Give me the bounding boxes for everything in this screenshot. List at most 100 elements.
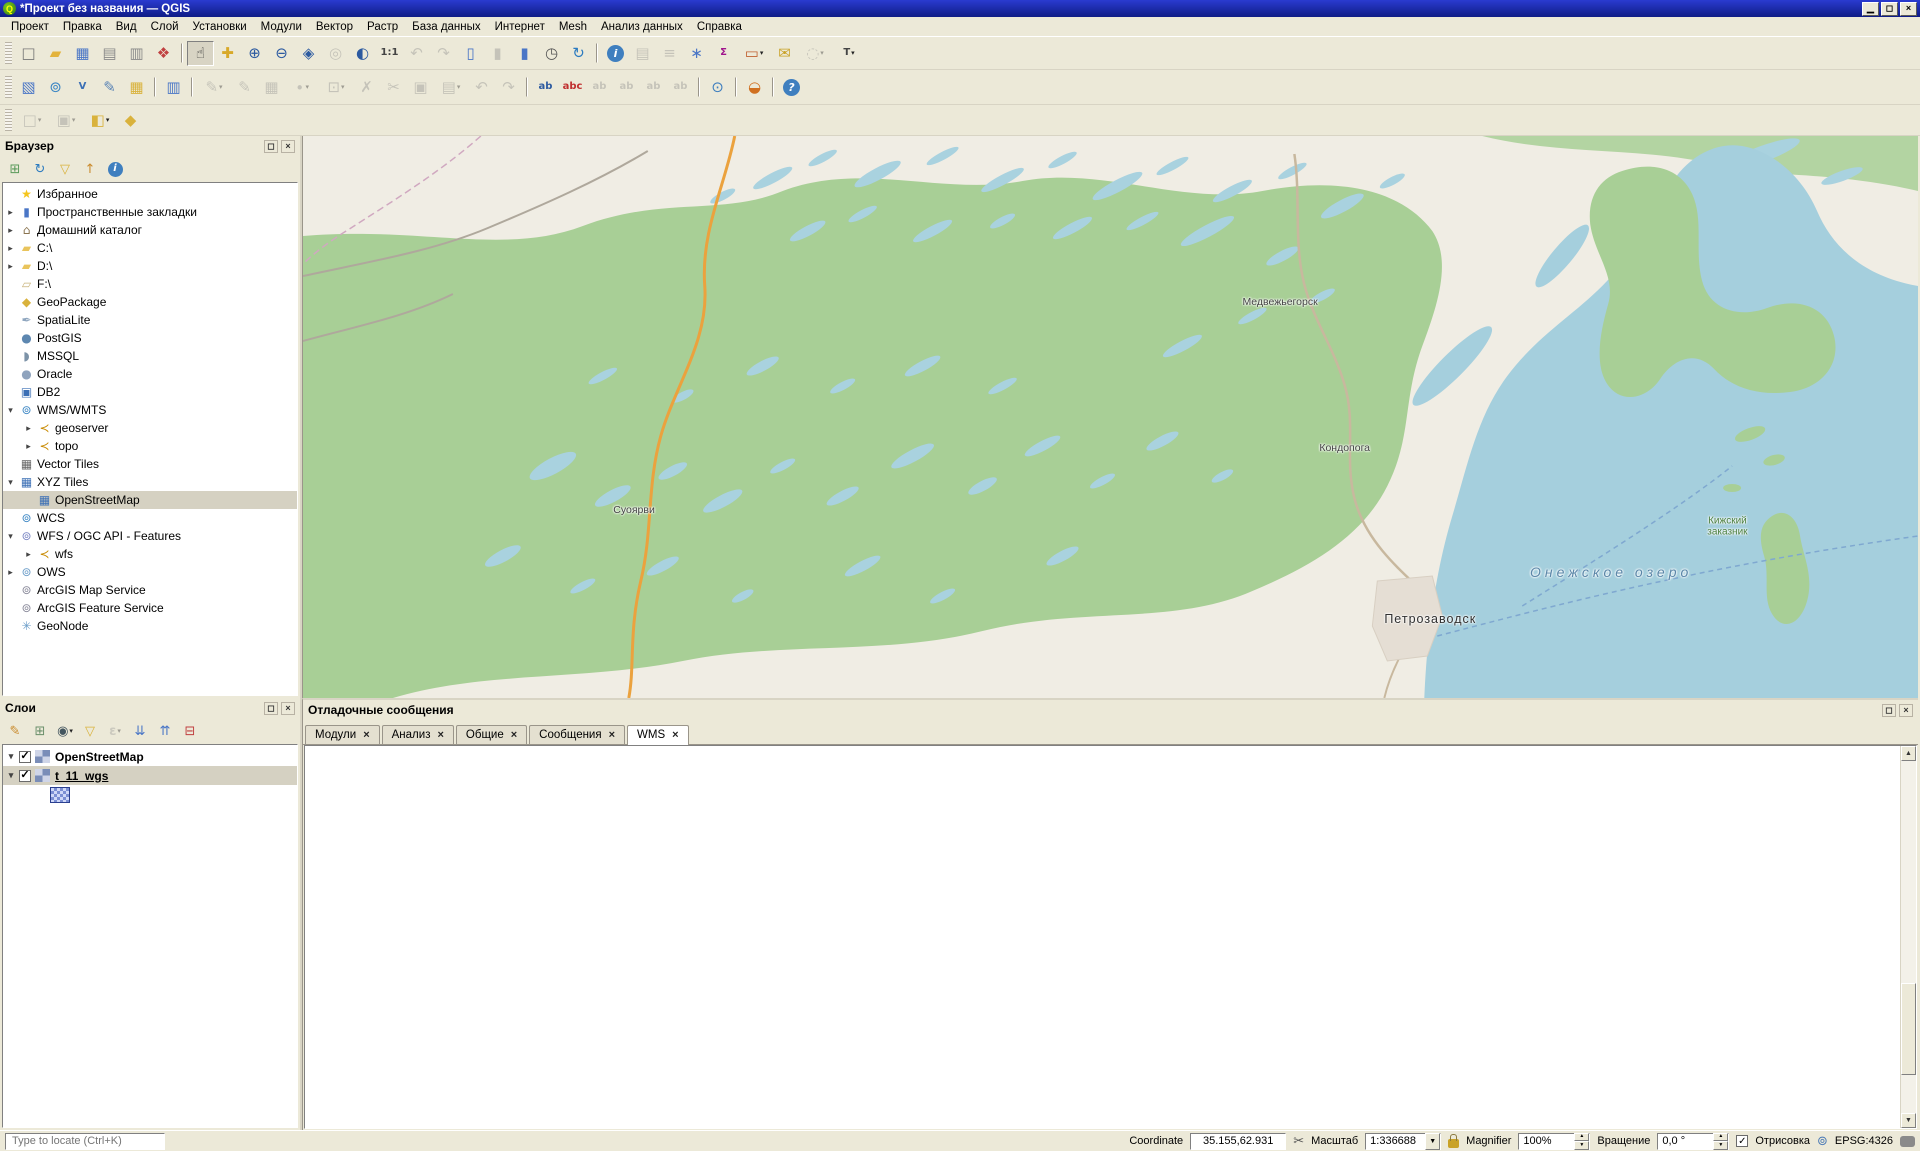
zoom-last-button[interactable]: ↶ ▾ (403, 41, 430, 66)
vertex-tool-button[interactable]: ⊡ ▾ (319, 75, 353, 100)
filter-legend-button[interactable]: ▽ ▾ (78, 720, 102, 742)
browser-item-wfs[interactable]: ▾ ⊚ WFS / OGC API - Features (3, 527, 297, 545)
tab-messages[interactable]: Сообщения × (529, 725, 625, 744)
float-panel-button[interactable]: ◻ (1882, 704, 1896, 717)
layer-labeling-button[interactable]: ab ▾ (532, 75, 559, 100)
highlight-labels-button[interactable]: ab ▾ (613, 75, 640, 100)
select-features-button[interactable]: □ ▾ (15, 108, 49, 133)
layer-diagram-button[interactable]: abc ▾ (559, 75, 586, 100)
current-edits-button[interactable]: ✎ ▾ (197, 75, 231, 100)
menu-edit[interactable]: Правка (56, 19, 109, 35)
browser-item-favorites[interactable]: ★ Избранное (3, 185, 297, 203)
processing-toolbox-button[interactable]: ∗ ▾ (683, 41, 710, 66)
expand-all-button[interactable]: ⇊ ▾ (128, 720, 152, 742)
menu-help[interactable]: Справка (690, 19, 749, 35)
crs-status[interactable]: EPSG:4326 (1835, 1135, 1893, 1147)
expander-icon[interactable]: ▸ (21, 441, 36, 452)
zoom-native-button[interactable]: 1:1 ▾ (376, 41, 403, 66)
menu-processing[interactable]: Анализ данных (594, 19, 690, 35)
expander-icon[interactable]: ▸ (21, 423, 36, 434)
identify-features-button[interactable]: i ▾ (602, 41, 629, 66)
menu-vector[interactable]: Вектор (309, 19, 360, 35)
scroll-up-icon[interactable]: ▲ (1901, 746, 1916, 761)
layer-row-openstreetmap[interactable]: ▾ ✓ OpenStreetMap (3, 747, 297, 766)
tab-modules[interactable]: Модули × (305, 725, 380, 744)
new-project-button[interactable]: □ ▾ (15, 41, 42, 66)
new-geopackage-button[interactable]: ▦ ▾ (123, 75, 150, 100)
annotation-button[interactable]: ◌ ▾ (798, 41, 832, 66)
osm-place-search-button[interactable]: ◒ ▾ (741, 75, 768, 100)
expander-icon[interactable]: ▸ (3, 207, 18, 218)
pan-map-button[interactable]: ☝ ▾ (187, 41, 214, 66)
browser-item-db2[interactable]: ▣ DB2 (3, 383, 297, 401)
browser-item-topo[interactable]: ▸ ≺ topo (3, 437, 297, 455)
layer-visibility-checkbox[interactable]: ✓ (19, 770, 31, 782)
toggle-editing-button[interactable]: ✎ ▾ (231, 75, 258, 100)
move-label-button[interactable]: ab ▾ (640, 75, 667, 100)
redo-button[interactable]: ↷ ▾ (495, 75, 522, 100)
collapse-all-button[interactable]: ↑ (78, 158, 102, 180)
pan-to-selection-button[interactable]: ✚ ▾ (214, 41, 241, 66)
menu-raster[interactable]: Растр (360, 19, 405, 35)
open-layer-styling-button[interactable]: ✎ ▾ (3, 720, 27, 742)
cut-features-button[interactable]: ✂ ▾ (380, 75, 407, 100)
browser-item-xyz-tiles[interactable]: ▾ ▦ XYZ Tiles (3, 473, 297, 491)
browser-item-postgis[interactable]: ● PostGIS (3, 329, 297, 347)
statistical-summary-button[interactable]: Σ ▾ (710, 41, 737, 66)
menu-plugins[interactable]: Модули (254, 19, 309, 35)
tab-wms[interactable]: WMS × (627, 725, 689, 745)
expander-icon[interactable]: ▾ (3, 405, 18, 416)
browser-item-mssql[interactable]: ◗ MSSQL (3, 347, 297, 365)
undo-button[interactable]: ↶ ▾ (468, 75, 495, 100)
locate-search-input[interactable] (5, 1133, 165, 1150)
deselect-features-button[interactable]: ▣ ▾ (49, 108, 83, 133)
paste-features-button[interactable]: ▤ ▾ (434, 75, 468, 100)
tab-close-icon[interactable]: × (672, 729, 678, 741)
spin-down-icon[interactable]: ▼ (1713, 1141, 1728, 1150)
expander-icon[interactable]: ▸ (3, 567, 18, 578)
remove-layer-button[interactable]: ⊟ ▾ (178, 720, 202, 742)
statistics-button[interactable]: ≡ ▾ (656, 41, 683, 66)
manage-visibility-button[interactable]: ◉ ▾ (53, 720, 77, 742)
collapse-all-layers-button[interactable]: ⇈ ▾ (153, 720, 177, 742)
scroll-down-icon[interactable]: ▼ (1901, 1113, 1916, 1128)
temporal-controller-button[interactable]: ◷ ▾ (538, 41, 565, 66)
layer-overlap-button[interactable]: ◧ ▾ (83, 108, 117, 133)
add-vector-layer-button[interactable]: V ▾ (69, 75, 96, 100)
save-project-button[interactable]: ▦ ▾ (69, 41, 96, 66)
chevron-down-icon[interactable]: ▼ (1425, 1133, 1440, 1150)
log-scrollbar[interactable]: ▲ ▼ (1900, 746, 1916, 1128)
browser-item-drive-f[interactable]: ▱ F:\ (3, 275, 297, 293)
spin-up-icon[interactable]: ▲ (1713, 1133, 1728, 1142)
data-source-manager-button[interactable]: ▧ ▾ (15, 75, 42, 100)
measure-button[interactable]: ▭ ▾ (737, 41, 771, 66)
layer-row-t11wgs[interactable]: ▾ ✓ t_11_wgs (3, 766, 297, 785)
filter-expression-button[interactable]: ε ▾ (103, 720, 127, 742)
float-panel-button[interactable]: ◻ (264, 140, 278, 153)
menu-layer[interactable]: Слой (144, 19, 186, 35)
close-button[interactable]: × (1900, 2, 1917, 16)
magnifier-spinbox[interactable]: 100% ▲▼ (1518, 1133, 1590, 1150)
layer-visibility-checkbox[interactable]: ✓ (19, 751, 31, 763)
expander-icon[interactable]: ▸ (3, 225, 18, 236)
refresh-browser-button[interactable]: ↻ (28, 158, 52, 180)
filter-browser-button[interactable]: ▽ (53, 158, 77, 180)
zoom-in-button[interactable]: ⊕ ▾ (241, 41, 268, 66)
zoom-next-button[interactable]: ↷ ▾ (430, 41, 457, 66)
scrollbar-thumb[interactable] (1901, 983, 1916, 1075)
tab-close-icon[interactable]: × (609, 729, 615, 741)
scale-combobox[interactable]: 1:336688 ▼ (1365, 1133, 1441, 1150)
crs-globe-icon[interactable]: ⊚ (1817, 1134, 1828, 1149)
maximize-button[interactable]: ◻ (1881, 2, 1898, 16)
attribute-table-button[interactable]: ▤ ▾ (629, 41, 656, 66)
digitize-button[interactable]: ∙ ▾ (285, 75, 319, 100)
map-canvas[interactable]: Онежское озеро Петрозаводск Кижский зака… (302, 136, 1918, 698)
change-label-button[interactable]: ab ▾ (667, 75, 694, 100)
browser-properties-button[interactable]: i (103, 158, 127, 180)
menu-settings[interactable]: Установки (186, 19, 254, 35)
browser-item-openstreetmap[interactable]: ▦ OpenStreetMap (3, 491, 297, 509)
copy-features-button[interactable]: ▣ ▾ (407, 75, 434, 100)
menu-mesh[interactable]: Mesh (552, 19, 594, 35)
show-bookmarks-button[interactable]: ▮ ▾ (484, 41, 511, 66)
browser-item-drive-c[interactable]: ▸ ▰ C:\ (3, 239, 297, 257)
